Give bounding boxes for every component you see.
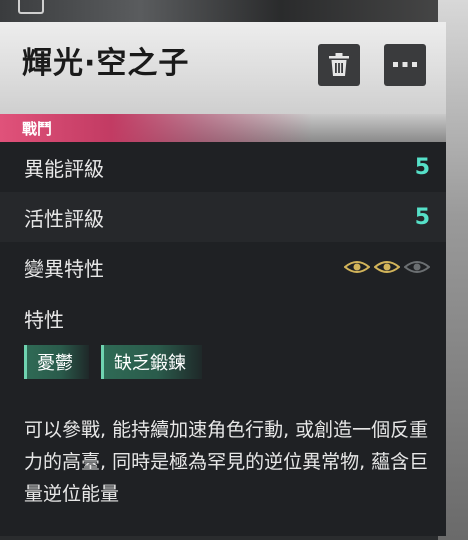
stat-label: 活性評級 [24,206,104,231]
description-text: 可以參戰, 能持續加速角色行動, 或創造一個反重力的高臺, 同時是極為罕見的逆位… [24,419,429,505]
eye-icon [404,261,430,273]
variation-row: 變異特性 [0,242,446,292]
background-top-icon [18,0,44,14]
background-scene-top [0,0,468,22]
card-header: 輝光·空之子 [0,22,446,114]
category-bar: 戰鬥 [0,114,446,142]
stat-value: 5 [414,204,430,230]
stat-row-activity-rating: 活性評級 5 [0,192,446,242]
stat-value: 5 [414,154,430,180]
stat-label: 異能評級 [24,156,104,181]
variation-level-indicator [344,260,430,274]
delete-button[interactable] [318,44,360,86]
traits-label: 特性 [24,308,64,332]
stat-row-ability-rating: 異能評級 5 [0,142,446,192]
more-dots-icon [393,62,417,67]
eye-icon [374,261,400,273]
category-label: 戰鬥 [22,120,53,138]
trait-tag[interactable]: 憂鬱 [24,345,89,379]
variation-label: 變異特性 [24,256,104,281]
card-title: 輝光·空之子 [22,46,190,81]
trait-tag[interactable]: 缺乏鍛鍊 [101,345,202,379]
trash-icon [329,53,349,76]
trait-tags: 憂鬱 缺乏鍛鍊 [24,345,446,379]
traits-section: 特性 憂鬱 缺乏鍛鍊 [0,292,446,379]
anomaly-detail-card: 輝光·空之子 戰鬥 異能評級 5 活性評級 5 變異特性 特性 憂鬱 缺乏鍛鍊 … [0,22,446,536]
more-button[interactable] [384,44,426,86]
eye-icon [344,261,370,273]
